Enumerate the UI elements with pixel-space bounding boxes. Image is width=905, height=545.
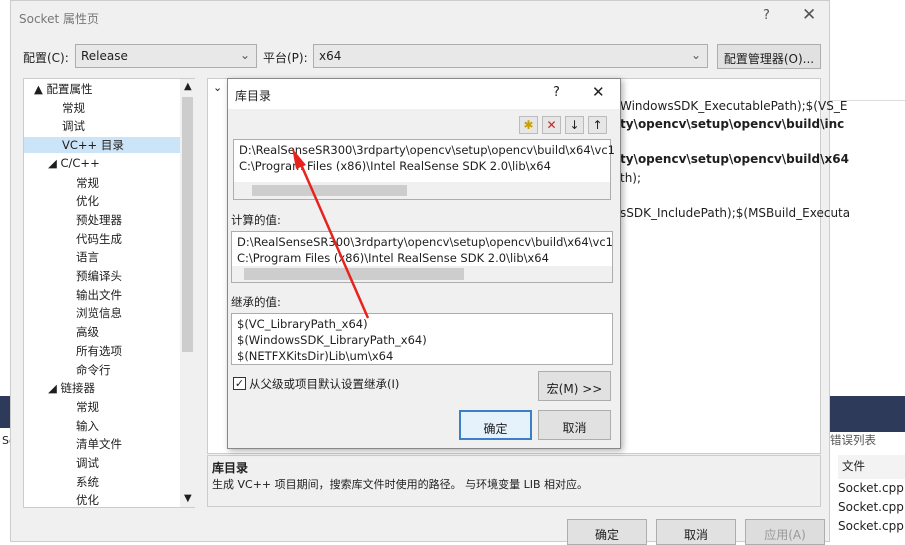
arrow-shaft [298, 161, 370, 319]
arrow-head [292, 148, 306, 169]
annotation-arrow [292, 148, 370, 319]
